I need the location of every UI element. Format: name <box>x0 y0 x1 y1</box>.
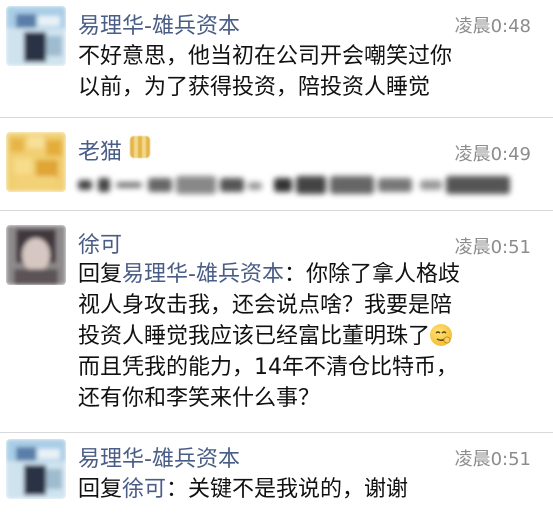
obscured-message-text <box>78 172 518 198</box>
message-line: 回复易理华-雄兵资本：你除了拿人格歧 <box>78 259 535 290</box>
reply-prefix: 回复 <box>78 477 123 502</box>
message-text: 不好意思，他当初在公司开会嘲笑过你 以前，为了获得投资，陪投资人睡觉 <box>78 41 535 103</box>
message-line: 以前，为了获得投资，陪投资人睡觉 <box>78 75 431 100</box>
message-time: 凌晨0:48 <box>454 16 531 37</box>
sender-name[interactable]: 徐可 <box>78 227 122 259</box>
message-time: 凌晨0:51 <box>454 237 531 258</box>
message-time: 凌晨0:49 <box>454 144 531 165</box>
sender-name[interactable]: 老猫 <box>78 134 122 166</box>
blurred-avatar-icon <box>6 225 66 285</box>
message-line: 投资人睡觉我应该已经富比董明珠了 <box>78 321 535 352</box>
reply-mention[interactable]: 易理华-雄兵资本 <box>122 262 284 287</box>
smirk-emoji-icon <box>430 324 453 346</box>
avatar[interactable] <box>6 225 66 285</box>
reply-prefix: 回复 <box>78 262 123 287</box>
message-line: 视人身攻击我，还会说点啥？我要是陪 <box>78 293 453 318</box>
blurred-avatar-icon <box>6 6 66 66</box>
message-text: 回复徐可：关键不是我说的，谢谢 <box>78 474 535 505</box>
message-line: 投资人睡觉我应该已经富比董明珠了 <box>78 324 431 349</box>
avatar[interactable] <box>6 6 66 66</box>
message-time: 凌晨0:51 <box>454 449 531 470</box>
blurred-badge-icon <box>130 136 150 158</box>
message-item[interactable]: 徐可 凌晨0:51 回复易理华-雄兵资本：你除了拿人格歧 视人身攻击我，还会说点… <box>0 211 553 433</box>
blurred-avatar-icon <box>6 132 66 192</box>
message-item[interactable]: 易理华-雄兵资本 凌晨0:51 回复徐可：关键不是我说的，谢谢 <box>0 433 553 514</box>
avatar[interactable] <box>6 132 66 192</box>
reply-separator: ： <box>166 477 189 502</box>
message-line: 而且凭我的能力，14年不清仓比特币， <box>78 355 458 380</box>
message-line: 不好意思，他当初在公司开会嘲笑过你 <box>78 44 453 69</box>
message-line: 关键不是我说的，谢谢 <box>188 477 409 502</box>
message-item[interactable]: 老猫 凌晨0:49 <box>0 118 553 211</box>
message-line: 你除了拿人格歧 <box>305 262 460 287</box>
message-item[interactable]: 易理华-雄兵资本 凌晨0:48 不好意思，他当初在公司开会嘲笑过你 以前，为了获… <box>0 0 553 118</box>
sender-name[interactable]: 易理华-雄兵资本 <box>78 8 240 40</box>
reply-mention[interactable]: 徐可 <box>122 477 166 502</box>
avatar[interactable] <box>6 439 66 499</box>
message-line: 还有你和李笑来什么事？ <box>78 386 321 411</box>
blurred-avatar-icon <box>6 439 66 499</box>
sender-name[interactable]: 易理华-雄兵资本 <box>78 441 240 473</box>
message-text: 回复易理华-雄兵资本：你除了拿人格歧 视人身攻击我，还会说点啥？我要是陪 投资人… <box>78 259 535 414</box>
reply-separator: ： <box>283 262 306 287</box>
chat-thread: 易理华-雄兵资本 凌晨0:48 不好意思，他当初在公司开会嘲笑过你 以前，为了获… <box>0 0 553 514</box>
message-line: 回复徐可：关键不是我说的，谢谢 <box>78 474 535 505</box>
